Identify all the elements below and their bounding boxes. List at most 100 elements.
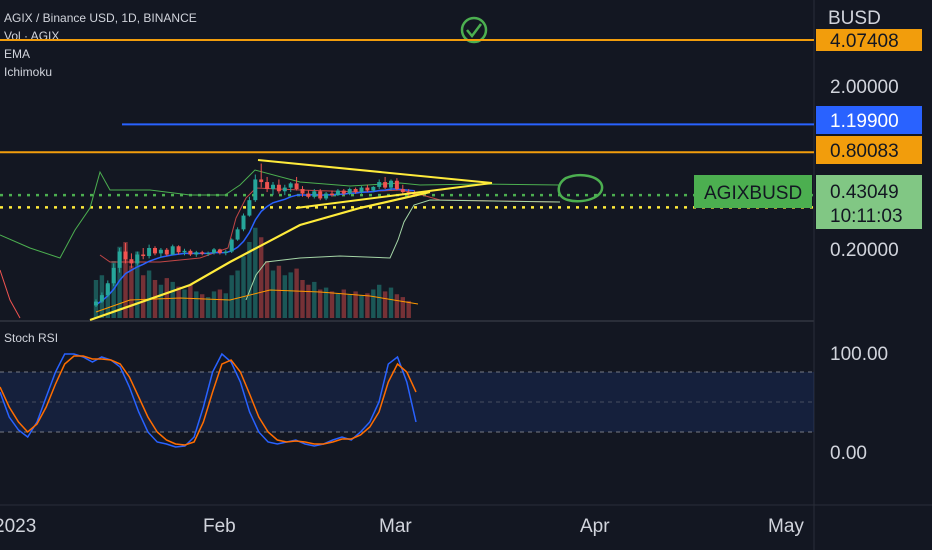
volume-bar — [276, 265, 282, 318]
background — [0, 0, 932, 550]
volume-bar — [211, 291, 217, 318]
candle-body — [353, 189, 358, 193]
volume-bar — [359, 295, 364, 318]
candle-body — [341, 190, 346, 194]
svg-text:AGIXBUSD: AGIXBUSD — [704, 183, 802, 204]
volume-bar — [241, 256, 246, 318]
svg-text:4.07408: 4.07408 — [830, 31, 899, 52]
volume-bar — [93, 280, 99, 318]
chart-title[interactable]: AGIX / Binance USD, 1D, BINANCE — [4, 11, 197, 25]
indicator-ema[interactable]: EMA — [4, 47, 30, 61]
price-label-1-19900[interactable]: 1.19900 — [816, 106, 922, 134]
candle-body — [153, 248, 157, 254]
volume-bar — [264, 261, 270, 318]
candle-body — [400, 189, 405, 193]
candle-body — [371, 186, 376, 191]
candle-body — [241, 215, 246, 230]
volume-bar — [288, 272, 293, 318]
volume-bar — [170, 281, 175, 318]
price-label-0-80083[interactable]: 0.80083 — [816, 136, 922, 164]
candle-body — [312, 191, 317, 197]
candle-body — [294, 183, 299, 190]
candle-body — [200, 252, 205, 254]
volume-bar — [406, 300, 411, 318]
volume-bar — [223, 293, 228, 318]
candle-body — [377, 182, 382, 187]
candle-body — [194, 252, 199, 255]
x-tick-label: 2023 — [0, 516, 36, 537]
candle-body — [247, 200, 252, 216]
candle-body — [176, 246, 181, 253]
candle-body — [170, 246, 175, 255]
candle-body — [259, 179, 264, 183]
candle-body — [147, 248, 152, 257]
candle-body — [347, 189, 352, 194]
volume-bar — [253, 227, 258, 318]
price-label-current[interactable]: 0.43049 10:11:03 — [816, 175, 922, 229]
candle-body — [94, 301, 98, 306]
candle-body — [276, 184, 281, 192]
volume-bar — [371, 289, 376, 318]
candle-body — [253, 179, 258, 201]
candle-body — [383, 182, 388, 188]
indicator-ichimoku[interactable]: Ichimoku — [4, 65, 52, 79]
candle-body — [129, 259, 134, 264]
candle-body — [271, 184, 275, 190]
candle-body — [324, 193, 329, 199]
volume-bar — [270, 270, 276, 318]
candle-body — [105, 283, 110, 296]
volume-bar — [382, 291, 388, 318]
candle-body — [117, 251, 122, 268]
candle-body — [135, 254, 140, 264]
volume-bar — [200, 294, 205, 318]
volume-bar — [282, 275, 287, 318]
volume-bar — [300, 280, 305, 318]
x-tick-label: Feb — [203, 516, 236, 537]
candle-body — [206, 253, 211, 255]
candle-body — [188, 250, 193, 255]
candle-body — [335, 190, 340, 196]
candle-body — [141, 254, 146, 257]
volume-bar — [329, 291, 335, 318]
volume-bar — [347, 294, 352, 318]
price-label-4-07408[interactable]: 4.07408 — [816, 29, 922, 52]
candle-body — [223, 251, 228, 254]
volume-bar — [394, 294, 400, 318]
volume-bar — [146, 270, 152, 318]
candle-body — [394, 180, 399, 190]
oscillator-title[interactable]: Stoch RSI — [4, 331, 58, 345]
candle-body — [229, 239, 234, 252]
volume-bar — [129, 265, 134, 318]
symbol-badge[interactable]: AGIXBUSD — [694, 175, 812, 208]
volume-bar — [259, 237, 264, 318]
volume-bar — [335, 293, 341, 318]
svg-text:0.80083: 0.80083 — [830, 141, 899, 162]
candle-body — [359, 187, 364, 193]
candle-body — [217, 249, 222, 254]
candle-body — [123, 251, 128, 260]
candle-body — [212, 249, 216, 254]
y-tick-label: 0.20000 — [830, 240, 899, 261]
volume-bar — [182, 289, 187, 318]
volume-bar — [312, 281, 317, 318]
candle-body — [111, 267, 116, 284]
svg-text:1.19900: 1.19900 — [830, 111, 899, 132]
candle-body — [158, 249, 163, 254]
oscillator-tick-label: 100.00 — [830, 344, 888, 365]
volume-bar — [194, 291, 199, 318]
volume-bar — [188, 284, 193, 318]
currency-label: BUSD — [828, 8, 881, 29]
candle-body — [265, 182, 270, 190]
x-tick-label: Apr — [580, 516, 610, 537]
candle-body — [389, 180, 393, 188]
x-tick-label: May — [768, 516, 804, 537]
candle-body — [235, 229, 240, 240]
svg-text:10:11:03: 10:11:03 — [830, 206, 903, 227]
chart-root: AGIX / Binance USD, 1D, BINANCE Vol · AG… — [0, 0, 932, 550]
candle-body — [99, 295, 104, 302]
volume-bar — [400, 297, 405, 318]
volume-bar — [205, 297, 211, 318]
candle-body — [282, 187, 287, 192]
volume-bar — [229, 275, 234, 318]
oscillator-tick-label: 0.00 — [830, 443, 867, 464]
